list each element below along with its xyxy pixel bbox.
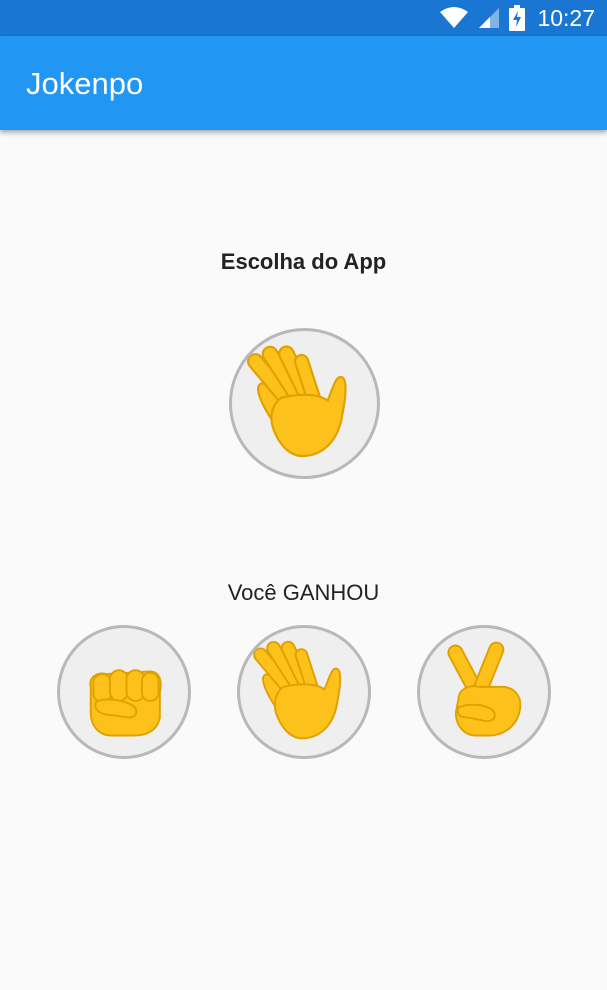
paper-option-button[interactable] bbox=[237, 625, 371, 759]
wifi-icon bbox=[439, 7, 469, 29]
cell-signal-icon bbox=[477, 7, 501, 29]
rock-option-button[interactable] bbox=[57, 625, 191, 759]
main-content: Escolha do App Você GANHOU bbox=[0, 130, 607, 990]
rock-fist-icon bbox=[89, 669, 162, 737]
battery-charging-icon bbox=[509, 5, 526, 31]
app-choice-label: Escolha do App bbox=[220, 249, 387, 274]
scissors-hand-icon bbox=[447, 641, 522, 737]
paper-hand-icon bbox=[253, 640, 342, 740]
status-clock: 10:27 bbox=[537, 4, 595, 31]
status-bar: 10:27 bbox=[0, 0, 607, 36]
scissors-option-button[interactable] bbox=[417, 625, 551, 759]
status-icons: 10:27 bbox=[439, 0, 595, 36]
result-text: Você GANHOU bbox=[227, 580, 380, 605]
app-bar: Jokenpo bbox=[0, 36, 607, 130]
app-choice-image bbox=[229, 328, 380, 479]
paper-hand-icon bbox=[246, 345, 347, 458]
app-title: Jokenpo bbox=[26, 66, 144, 101]
